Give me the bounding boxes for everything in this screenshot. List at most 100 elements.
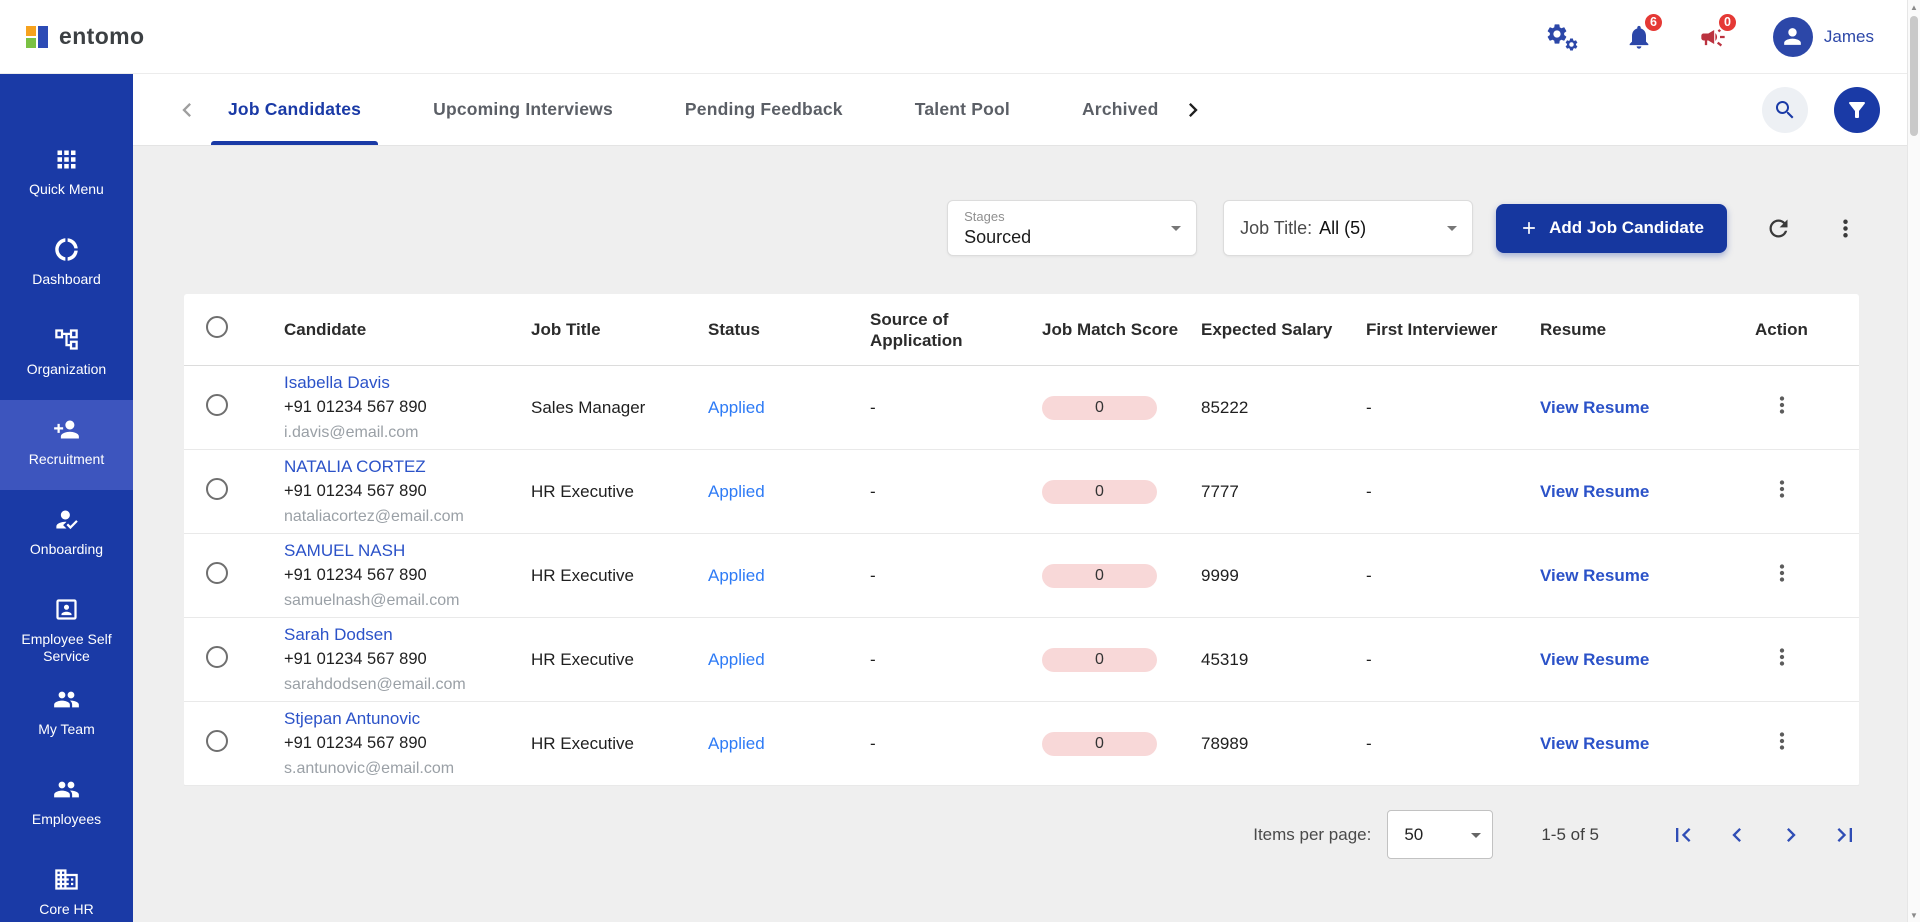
top-bar-actions: 6 0 James bbox=[1545, 17, 1874, 57]
sidebar-item-employee-self-service[interactable]: Employee Self Service bbox=[0, 580, 133, 670]
job-title-select[interactable]: Job Title: All (5) bbox=[1223, 200, 1473, 256]
scrollbar-down-arrow-icon[interactable]: ▼ bbox=[1908, 908, 1920, 922]
last-page-button[interactable] bbox=[1831, 821, 1859, 849]
filter-button[interactable] bbox=[1834, 87, 1880, 133]
row-actions-kebab[interactable] bbox=[1769, 476, 1795, 502]
sidebar-item-label: Core HR bbox=[39, 901, 93, 918]
search-button[interactable] bbox=[1762, 87, 1808, 133]
sidebar-item-my-team[interactable]: My Team bbox=[0, 670, 133, 760]
candidate-phone: +91 01234 567 890 bbox=[284, 647, 517, 672]
sidebar-item-dashboard[interactable]: Dashboard bbox=[0, 220, 133, 310]
tab-pending-feedback[interactable]: Pending Feedback bbox=[668, 74, 860, 145]
select-all-radio[interactable] bbox=[206, 316, 228, 338]
next-page-button[interactable] bbox=[1777, 821, 1805, 849]
tab-talent-pool[interactable]: Talent Pool bbox=[898, 74, 1027, 145]
sidebar-item-core-hr[interactable]: Core HR bbox=[0, 850, 133, 922]
job-match-score-bar: 0 bbox=[1042, 648, 1157, 672]
source-cell: - bbox=[870, 482, 1042, 502]
source-cell: - bbox=[870, 650, 1042, 670]
salary-cell: 45319 bbox=[1201, 650, 1366, 670]
candidate-name-link[interactable]: Isabella Davis bbox=[284, 370, 517, 395]
row-select-radio[interactable] bbox=[206, 478, 228, 500]
tab-label: Talent Pool bbox=[915, 99, 1010, 120]
view-resume-link[interactable]: View Resume bbox=[1540, 650, 1649, 669]
view-resume-link[interactable]: View Resume bbox=[1540, 566, 1649, 585]
stages-select[interactable]: Stages Sourced bbox=[947, 200, 1197, 256]
view-resume-link[interactable]: View Resume bbox=[1540, 734, 1649, 753]
candidate-name-link[interactable]: Stjepan Antunovic bbox=[284, 706, 517, 731]
page-range-label: 1-5 of 5 bbox=[1541, 825, 1599, 845]
row-select-radio[interactable] bbox=[206, 562, 228, 584]
candidate-name-link[interactable]: NATALIA CORTEZ bbox=[284, 454, 517, 479]
tabs-scroll-right-button[interactable] bbox=[1179, 96, 1207, 124]
search-icon bbox=[1773, 98, 1797, 122]
job-title-cell: HR Executive bbox=[531, 566, 708, 586]
paginator: Items per page: 50 1-5 of 5 bbox=[184, 810, 1859, 859]
first-page-icon bbox=[1669, 821, 1697, 849]
tab-upcoming-interviews[interactable]: Upcoming Interviews bbox=[416, 74, 630, 145]
more-vert-icon bbox=[1832, 215, 1859, 242]
row-select-radio[interactable] bbox=[206, 730, 228, 752]
job-title-cell: Sales Manager bbox=[531, 398, 708, 418]
status-cell: Applied bbox=[708, 734, 870, 754]
tab-job-candidates[interactable]: Job Candidates bbox=[211, 74, 378, 145]
plus-icon bbox=[1519, 218, 1539, 238]
scrollbar-thumb[interactable] bbox=[1910, 16, 1918, 136]
candidate-name-link[interactable]: SAMUEL NASH bbox=[284, 538, 517, 563]
tab-archived[interactable]: Archived bbox=[1065, 74, 1176, 145]
view-resume-link[interactable]: View Resume bbox=[1540, 398, 1649, 417]
chevron-right-icon bbox=[1179, 96, 1207, 124]
sidebar-item-employees[interactable]: Employees bbox=[0, 760, 133, 850]
items-per-page-select[interactable]: 50 bbox=[1387, 810, 1493, 859]
header-candidate: Candidate bbox=[284, 319, 531, 340]
salary-cell: 78989 bbox=[1201, 734, 1366, 754]
salary-cell: 85222 bbox=[1201, 398, 1366, 418]
add-job-candidate-button[interactable]: Add Job Candidate bbox=[1496, 204, 1727, 253]
announcements-button[interactable]: 0 bbox=[1699, 23, 1727, 51]
interviewer-cell: - bbox=[1366, 734, 1540, 754]
header-status: Status bbox=[708, 319, 870, 340]
candidate-phone: +91 01234 567 890 bbox=[284, 479, 517, 504]
user-menu[interactable]: James bbox=[1773, 17, 1874, 57]
sidebar-item-organization[interactable]: Organization bbox=[0, 310, 133, 400]
more-vert-icon bbox=[1769, 644, 1795, 670]
row-actions-kebab[interactable] bbox=[1769, 560, 1795, 586]
person-icon bbox=[1780, 24, 1805, 49]
scrollbar-up-arrow-icon[interactable]: ▲ bbox=[1908, 0, 1920, 14]
dropdown-arrow-icon bbox=[1164, 216, 1188, 240]
main-content: Stages Sourced Job Title: All (5) Add Jo… bbox=[133, 146, 1920, 922]
row-select-radio[interactable] bbox=[206, 646, 228, 668]
row-actions-kebab[interactable] bbox=[1769, 644, 1795, 670]
previous-page-button[interactable] bbox=[1723, 821, 1751, 849]
list-options-kebab[interactable] bbox=[1832, 215, 1859, 242]
sidebar-item-label: Employees bbox=[32, 811, 101, 828]
job-match-score-bar: 0 bbox=[1042, 732, 1157, 756]
job-title-select-value: All (5) bbox=[1319, 218, 1366, 239]
recruitment-icon bbox=[53, 416, 80, 443]
sidebar-item-quick-menu[interactable]: Quick Menu bbox=[0, 130, 133, 220]
notifications-button[interactable]: 6 bbox=[1625, 23, 1653, 51]
row-select-radio[interactable] bbox=[206, 394, 228, 416]
settings-button[interactable] bbox=[1545, 22, 1579, 52]
sidebar-item-recruitment[interactable]: Recruitment bbox=[0, 400, 133, 490]
tabs-scroll-left-button[interactable] bbox=[173, 96, 201, 124]
add-job-candidate-label: Add Job Candidate bbox=[1549, 218, 1704, 238]
sidebar-item-label: Onboarding bbox=[30, 541, 103, 558]
page-scrollbar[interactable]: ▲ ▼ bbox=[1907, 0, 1920, 922]
sidebar-item-label: Employee Self Service bbox=[5, 631, 128, 665]
settings-gears-icon bbox=[1545, 22, 1579, 52]
interviewer-cell: - bbox=[1366, 398, 1540, 418]
sidebar-item-label: Quick Menu bbox=[29, 181, 104, 198]
candidate-email: s.antunovic@email.com bbox=[284, 756, 517, 781]
first-page-button[interactable] bbox=[1669, 821, 1697, 849]
view-resume-link[interactable]: View Resume bbox=[1540, 482, 1649, 501]
row-actions-kebab[interactable] bbox=[1769, 728, 1795, 754]
job-title-cell: HR Executive bbox=[531, 734, 708, 754]
row-actions-kebab[interactable] bbox=[1769, 392, 1795, 418]
entomo-logo[interactable]: entomo bbox=[26, 23, 144, 50]
header-source: Source of Application bbox=[870, 309, 1042, 351]
sidebar-item-onboarding[interactable]: Onboarding bbox=[0, 490, 133, 580]
candidate-name-link[interactable]: Sarah Dodsen bbox=[284, 622, 517, 647]
more-vert-icon bbox=[1769, 476, 1795, 502]
refresh-button[interactable] bbox=[1765, 215, 1792, 242]
